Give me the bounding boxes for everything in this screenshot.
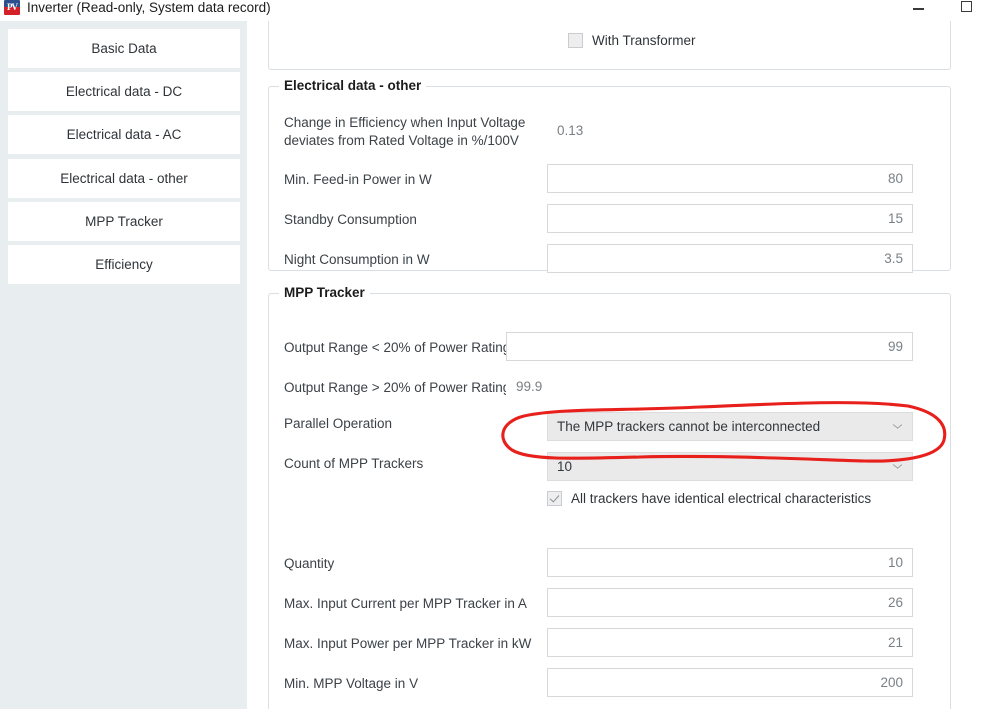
identical-characteristics-checkbox[interactable] — [547, 491, 562, 506]
main-content-area: With Transformer Electrical data - other… — [247, 21, 1000, 709]
count-of-mpp-trackers-dropdown[interactable]: 10 — [547, 452, 913, 481]
window-title: Inverter (Read-only, System data record) — [27, 0, 271, 15]
output-range-below-20-label: Output Range < 20% of Power Rating in % — [284, 340, 541, 355]
sidebar-item-label: Basic Data — [91, 41, 157, 56]
with-transformer-checkbox-row[interactable]: With Transformer — [568, 33, 696, 48]
sidebar-item-efficiency[interactable]: Efficiency — [8, 245, 240, 284]
parallel-operation-value: The MPP trackers cannot be interconnecte… — [557, 419, 821, 434]
standby-consumption-label: Standby Consumption — [284, 212, 417, 227]
pvsol-app-icon: PV — [4, 0, 20, 15]
max-input-power-label: Max. Input Power per MPP Tracker in kW — [284, 636, 532, 651]
electrical-data-other-title: Electrical data - other — [279, 78, 427, 93]
output-range-above-20-label: Output Range > 20% of Power Rating in % — [284, 380, 541, 395]
output-range-below-20-input[interactable]: 99 — [506, 332, 913, 361]
change-in-efficiency-input[interactable]: 0.13 — [547, 116, 913, 145]
output-range-above-20-input[interactable]: 99.9 — [506, 372, 913, 401]
inverter-dialog-window: PV Inverter (Read-only, System data reco… — [0, 0, 1000, 709]
sidebar-item-label: MPP Tracker — [85, 214, 163, 229]
mpp-tracker-title: MPP Tracker — [279, 285, 370, 300]
min-mpp-voltage-input[interactable]: 200 — [547, 668, 913, 697]
night-consumption-input[interactable]: 3.5 — [547, 244, 913, 273]
parallel-operation-label: Parallel Operation — [284, 416, 393, 431]
sidebar-item-label: Electrical data - AC — [66, 127, 182, 142]
minimize-button[interactable] — [905, 0, 935, 18]
sidebar-item-electrical-data-other[interactable]: Electrical data - other — [8, 159, 240, 198]
min-feed-in-power-label: Min. Feed-in Power in W — [284, 172, 432, 187]
sidebar-item-mpp-tracker[interactable]: MPP Tracker — [8, 202, 240, 241]
mpp-tracker-groupbox: MPP Tracker Output Range < 20% of Power … — [268, 285, 951, 709]
chevron-down-icon — [893, 464, 902, 470]
standby-consumption-input[interactable]: 15 — [547, 204, 913, 233]
maximize-button[interactable] — [953, 0, 983, 18]
maximize-icon — [961, 1, 972, 12]
min-feed-in-power-input[interactable]: 80 — [547, 164, 913, 193]
quantity-input[interactable]: 10 — [547, 548, 913, 577]
sidebar-item-label: Electrical data - other — [60, 171, 188, 186]
electrical-data-other-groupbox: Electrical data - other Change in Effici… — [268, 78, 951, 273]
count-of-mpp-trackers-value: 10 — [557, 459, 573, 474]
max-input-current-input[interactable]: 26 — [547, 588, 913, 617]
change-in-efficiency-label: Change in Efficiency when Input Voltage … — [284, 115, 526, 148]
app-icon-mark: PV — [7, 2, 18, 12]
chevron-down-icon — [893, 424, 902, 430]
title-bar: PV Inverter (Read-only, System data reco… — [0, 0, 1000, 18]
sidebar-item-label: Electrical data - DC — [65, 84, 183, 99]
identical-characteristics-checkbox-row[interactable]: All trackers have identical electrical c… — [547, 491, 871, 506]
minimize-icon — [913, 8, 924, 10]
top-partial-groupbox: With Transformer — [268, 21, 951, 70]
sidebar-item-electrical-data-ac[interactable]: Electrical data - AC — [8, 115, 240, 154]
count-of-mpp-trackers-label: Count of MPP Trackers — [284, 456, 424, 471]
sidebar-item-electrical-data-dc[interactable]: Electrical data - DC — [8, 72, 240, 111]
identical-characteristics-label: All trackers have identical electrical c… — [571, 491, 872, 506]
sidebar-item-basic-data[interactable]: Basic Data — [8, 29, 240, 68]
with-transformer-label: With Transformer — [592, 33, 696, 48]
night-consumption-label: Night Consumption in W — [284, 252, 430, 267]
sidebar-navigation: Basic Data Electrical data - DC Electric… — [0, 21, 247, 709]
sidebar-item-label: Efficiency — [95, 257, 153, 272]
max-input-current-label: Max. Input Current per MPP Tracker in A — [284, 596, 527, 611]
parallel-operation-dropdown[interactable]: The MPP trackers cannot be interconnecte… — [547, 412, 913, 441]
with-transformer-checkbox[interactable] — [568, 33, 583, 48]
quantity-label: Quantity — [284, 556, 335, 571]
min-mpp-voltage-label: Min. MPP Voltage in V — [284, 676, 419, 691]
max-input-power-input[interactable]: 21 — [547, 628, 913, 657]
